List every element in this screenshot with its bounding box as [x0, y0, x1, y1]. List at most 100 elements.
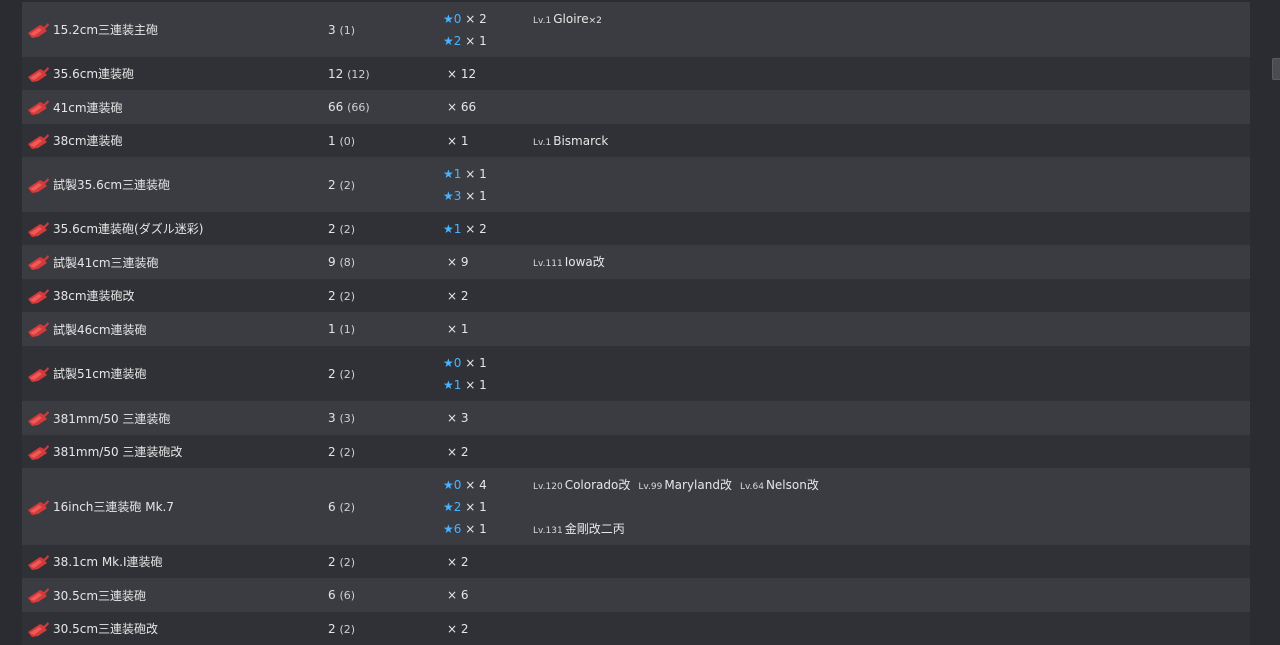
count-unlocked: (1): [339, 323, 356, 336]
equipment-name: 381mm/50 三連装砲: [53, 411, 171, 426]
improvement-line: × 9: [443, 251, 533, 273]
ship-line: [533, 285, 1250, 307]
main-gun-icon: [22, 253, 53, 271]
table-row[interactable]: 381mm/50 三連装砲 3 (3) × 3: [22, 401, 1250, 435]
table-row[interactable]: 35.6cm連装砲 12 (12) × 12: [22, 57, 1250, 90]
ship-level: Lv.1: [533, 137, 552, 148]
equipped-ships: Lv.120 Colorado改 Lv.99 Maryland改 Lv.64 Nelson…: [533, 474, 1250, 540]
table-row[interactable]: 381mm/50 三連装砲改 2 (2) × 2: [22, 435, 1250, 468]
ship-entry[interactable]: Lv.64 Nelson改: [740, 478, 819, 492]
count-value: 2: [328, 554, 336, 569]
count-value: 2: [328, 221, 336, 236]
equipped-ships: [533, 318, 1250, 340]
ship-line: [533, 407, 1250, 429]
improvement-star: ★3: [443, 188, 462, 203]
equipped-ships: Lv.111 Iowa改: [533, 251, 1250, 273]
equipped-ships: Lv.1 Bismarck: [533, 130, 1250, 152]
scrollbar-thumb[interactable]: [1272, 58, 1280, 80]
improvement-multiplier: × 4: [461, 477, 487, 492]
table-row[interactable]: 30.5cm三連装砲改 2 (2) × 2: [22, 612, 1250, 645]
ship-entry[interactable]: Lv.120 Colorado改: [533, 478, 630, 492]
count-unlocked: (8): [339, 256, 356, 269]
count-unlocked: (2): [339, 622, 356, 636]
equipment-count: 2 (2): [328, 445, 443, 459]
count-value: 12: [328, 66, 344, 81]
improvement-line: ★3 × 1: [443, 185, 533, 207]
table-row[interactable]: 15.2cm三連装主砲 3 (1) ★0 × 2 ★2 × 1 Lv.1 Gloire×2: [22, 2, 1250, 57]
improvement-line: × 66: [443, 96, 533, 118]
ship-line: [533, 63, 1250, 85]
table-row[interactable]: 試製35.6cm三連装砲 2 (2) ★1 × 1 ★3 × 1: [22, 157, 1250, 212]
count-unlocked: (2): [339, 445, 356, 459]
equipment-name: 35.6cm連装砲(ダズル迷彩): [53, 222, 204, 236]
ship-entry[interactable]: Lv.1 Bismarck: [533, 134, 608, 148]
main-gun-icon: [22, 498, 53, 516]
improvement-list: × 12: [443, 63, 533, 85]
equipment-name: 16inch三連装砲 Mk.7: [53, 500, 174, 514]
improvement-multiplier: × 2: [447, 288, 469, 303]
count-value: 1: [328, 133, 336, 148]
equipped-ships: [533, 352, 1250, 396]
equipment-count: 3 (3): [328, 411, 443, 425]
equipment-count: 9 (8): [328, 255, 443, 269]
improvement-multiplier: × 2: [447, 621, 469, 636]
ship-entry[interactable]: Lv.111 Iowa改: [533, 255, 605, 269]
ship-line: [533, 584, 1250, 606]
improvement-list: ★0 × 1 ★1 × 1: [443, 352, 533, 396]
count-unlocked: (2): [339, 500, 356, 514]
improvement-line: ★2 × 1: [443, 496, 533, 518]
equipment-name: 38cm連装砲: [53, 134, 123, 148]
equipment-count: 2 (2): [328, 289, 443, 303]
improvement-line: × 1: [443, 130, 533, 152]
table-row[interactable]: 38cm連装砲改 2 (2) × 2: [22, 279, 1250, 312]
improvement-line: ★1 × 2: [443, 218, 533, 240]
table-row[interactable]: 38cm連装砲 1 (0) × 1 Lv.1 Bismarck: [22, 124, 1250, 157]
improvement-list: × 2: [443, 441, 533, 463]
ship-name: Gloire: [553, 11, 589, 26]
improvement-list: ★1 × 2: [443, 218, 533, 240]
improvement-multiplier: × 1: [461, 521, 487, 536]
main-gun-icon: [22, 98, 53, 116]
equipment-name: 試製51cm連装砲: [53, 367, 147, 381]
main-gun-icon: [22, 443, 53, 461]
table-row[interactable]: 試製46cm連装砲 1 (1) × 1: [22, 312, 1250, 346]
table-row[interactable]: 試製51cm連装砲 2 (2) ★0 × 1 ★1 × 1: [22, 346, 1250, 401]
ship-entry[interactable]: Lv.131 金剛改二丙: [533, 522, 625, 536]
improvement-star: ★0: [443, 11, 462, 26]
ship-level: Lv.131: [533, 525, 563, 536]
main-gun-icon: [22, 320, 53, 338]
equipment-count: 12 (12): [328, 67, 443, 81]
improvement-line: × 6: [443, 584, 533, 606]
table-row[interactable]: 試製41cm三連装砲 9 (8) × 9 Lv.111 Iowa改: [22, 245, 1250, 279]
equipped-ships: [533, 618, 1250, 640]
ship-level: Lv.99: [638, 481, 663, 492]
table-row[interactable]: 38.1cm Mk.I連装砲 2 (2) × 2: [22, 545, 1250, 578]
equipped-ships: [533, 407, 1250, 429]
table-row[interactable]: 16inch三連装砲 Mk.7 6 (2) ★0 × 4 ★2 × 1 ★6 × 1 Lv…: [22, 468, 1250, 545]
ship-line: Lv.1 Bismarck: [533, 130, 1250, 152]
count-value: 2: [328, 366, 336, 381]
count-unlocked: (3): [339, 412, 356, 425]
ship-entry[interactable]: Lv.1 Gloire×2: [533, 12, 602, 26]
improvement-line: ★0 × 1: [443, 352, 533, 374]
ship-entry[interactable]: Lv.99 Maryland改: [638, 478, 732, 492]
equipment-count: 2 (2): [328, 555, 443, 569]
equipped-ships: [533, 551, 1250, 573]
ship-level: Lv.1: [533, 15, 552, 26]
improvement-line: ★6 × 1: [443, 518, 533, 540]
table-row[interactable]: 35.6cm連装砲(ダズル迷彩) 2 (2) ★1 × 2: [22, 212, 1250, 245]
ship-line: [533, 374, 1250, 396]
count-unlocked: (1): [339, 23, 356, 37]
table-row[interactable]: 41cm連装砲 66 (66) × 66: [22, 90, 1250, 124]
improvement-list: × 2: [443, 551, 533, 573]
improvement-star: ★6: [443, 521, 462, 536]
equipment-name: 35.6cm連装砲: [53, 67, 135, 81]
table-row[interactable]: 30.5cm三連装砲 6 (6) × 6: [22, 578, 1250, 612]
count-value: 2: [328, 288, 336, 303]
improvement-star: ★2: [443, 33, 462, 48]
main-gun-icon: [22, 620, 53, 638]
improvement-star: ★0: [443, 355, 462, 370]
ship-line: [533, 441, 1250, 463]
ship-name: Bismarck: [553, 133, 609, 148]
ship-level: Lv.111: [533, 259, 563, 269]
